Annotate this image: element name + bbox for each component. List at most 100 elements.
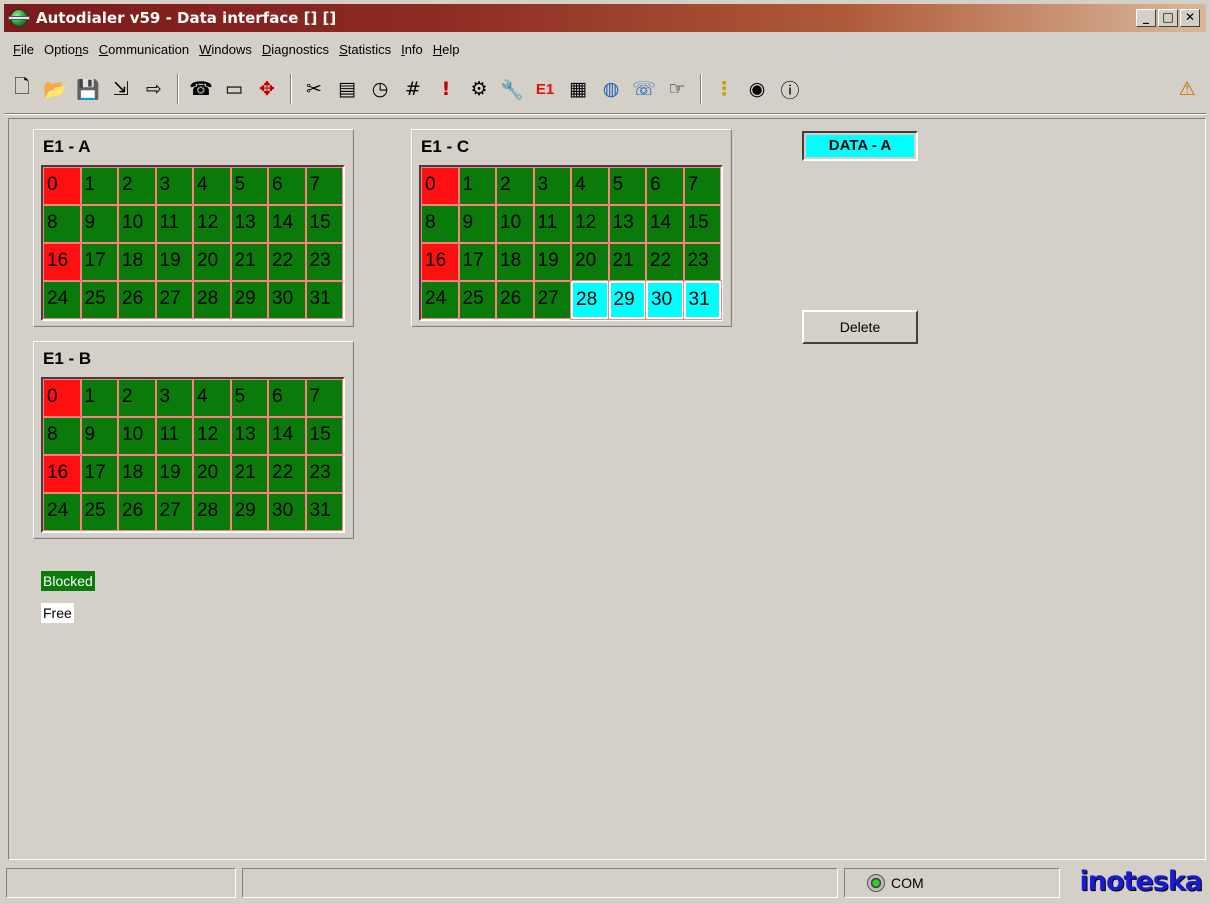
timeslot-24[interactable]: 24 [43,493,81,531]
timeslot-8[interactable]: 8 [421,205,459,243]
timeslot-26[interactable]: 26 [118,281,156,319]
menu-item-7[interactable]: Help [428,39,465,61]
timeslot-0[interactable]: 0 [421,167,459,205]
timeslot-7[interactable]: 7 [305,379,343,417]
timeslot-20[interactable]: 20 [193,455,231,493]
timeslot-18[interactable]: 18 [118,455,156,493]
timeslot-16[interactable]: 16 [43,243,81,281]
open-folder-icon[interactable]: 📂 [39,73,71,105]
cut-icon[interactable]: ✂ [298,73,330,105]
timeslot-11[interactable]: 11 [155,205,193,243]
timeslot-7[interactable]: 7 [683,167,721,205]
timeslot-30[interactable]: 30 [268,281,306,319]
menu-item-0[interactable]: File [8,39,39,61]
timeslot-4[interactable]: 4 [571,167,609,205]
menu-item-3[interactable]: Windows [194,39,257,61]
timeslot-5[interactable]: 5 [230,167,268,205]
export-icon[interactable]: ⇨ [138,73,170,105]
timeslot-17[interactable]: 17 [80,243,118,281]
minimize-button[interactable]: _ [1136,9,1156,27]
timeslot-25[interactable]: 25 [80,281,118,319]
timeslot-31[interactable]: 31 [682,280,722,320]
timeslot-19[interactable]: 19 [533,243,571,281]
number-icon[interactable]: # [397,73,429,105]
delete-button[interactable]: Delete [802,310,918,344]
sound-icon[interactable]: ◉ [741,73,773,105]
timeslot-5[interactable]: 5 [608,167,646,205]
timeslot-24[interactable]: 24 [421,281,459,319]
timeslot-0[interactable]: 0 [43,379,81,417]
timeslot-25[interactable]: 25 [458,281,496,319]
title-bar[interactable]: Autodialer v59 - Data interface [] [] _ … [4,4,1206,32]
close-button[interactable]: ✕ [1180,9,1200,27]
phone-book-icon[interactable]: ☎ [185,73,217,105]
menu-item-6[interactable]: Info [396,39,428,61]
timeslot-18[interactable]: 18 [118,243,156,281]
timeslot-9[interactable]: 9 [80,205,118,243]
terminal-icon[interactable]: ▤ [331,73,363,105]
navigate-icon[interactable]: ✥ [251,73,283,105]
timeslot-6[interactable]: 6 [268,167,306,205]
info-icon[interactable]: ⓘ [774,73,806,105]
timeslot-11[interactable]: 11 [155,417,193,455]
timeslot-28[interactable]: 28 [193,493,231,531]
timeslot-3[interactable]: 3 [155,167,193,205]
timeslot-12[interactable]: 12 [193,417,231,455]
timeslot-15[interactable]: 15 [305,417,343,455]
timeslot-2[interactable]: 2 [118,379,156,417]
timeslot-20[interactable]: 20 [571,243,609,281]
timeslot-23[interactable]: 23 [305,455,343,493]
menu-item-2[interactable]: Communication [94,39,194,61]
timeslot-19[interactable]: 19 [155,243,193,281]
timeslot-14[interactable]: 14 [646,205,684,243]
calendar-icon[interactable]: ▦ [562,73,594,105]
timeslot-5[interactable]: 5 [230,379,268,417]
import-icon[interactable]: ⇲ [105,73,137,105]
timeslot-22[interactable]: 22 [268,243,306,281]
timeslot-28[interactable]: 28 [570,280,610,320]
timeslot-21[interactable]: 21 [230,243,268,281]
timeslot-12[interactable]: 12 [193,205,231,243]
timeslot-26[interactable]: 26 [118,493,156,531]
timeslot-23[interactable]: 23 [305,243,343,281]
app-globe-icon[interactable] [8,7,30,29]
clock-icon[interactable]: ◷ [364,73,396,105]
timeslot-22[interactable]: 22 [646,243,684,281]
timeslot-18[interactable]: 18 [496,243,534,281]
timeslot-15[interactable]: 15 [683,205,721,243]
timeslot-13[interactable]: 13 [230,417,268,455]
timeslot-12[interactable]: 12 [571,205,609,243]
timeslot-14[interactable]: 14 [268,205,306,243]
menu-item-5[interactable]: Statistics [334,39,396,61]
timeslot-25[interactable]: 25 [80,493,118,531]
timeslot-27[interactable]: 27 [155,493,193,531]
timeslot-1[interactable]: 1 [458,167,496,205]
timeslot-8[interactable]: 8 [43,417,81,455]
timeslot-22[interactable]: 22 [268,455,306,493]
timeslot-13[interactable]: 13 [230,205,268,243]
timeslot-2[interactable]: 2 [118,167,156,205]
save-icon[interactable]: 💾 [72,73,104,105]
timeslot-29[interactable]: 29 [607,280,647,320]
timeslot-29[interactable]: 29 [230,493,268,531]
timeslot-16[interactable]: 16 [43,455,81,493]
timeslot-27[interactable]: 27 [155,281,193,319]
help-icon[interactable]: ⚠ [1171,73,1203,105]
timeslot-31[interactable]: 31 [305,281,343,319]
timeslot-11[interactable]: 11 [533,205,571,243]
timeslot-27[interactable]: 27 [533,281,571,319]
timeslot-9[interactable]: 9 [80,417,118,455]
timeslot-20[interactable]: 20 [193,243,231,281]
new-file-icon[interactable]: 🗋 [6,73,38,105]
timeslot-29[interactable]: 29 [230,281,268,319]
timeslot-3[interactable]: 3 [155,379,193,417]
timeslot-24[interactable]: 24 [43,281,81,319]
maximize-button[interactable]: □ [1158,9,1178,27]
menu-item-1[interactable]: Options [39,39,94,61]
timeslot-30[interactable]: 30 [645,280,685,320]
timeslot-19[interactable]: 19 [155,455,193,493]
timeslot-4[interactable]: 4 [193,379,231,417]
timeslot-26[interactable]: 26 [496,281,534,319]
timeslot-14[interactable]: 14 [268,417,306,455]
alert-icon[interactable]: ! [430,73,462,105]
